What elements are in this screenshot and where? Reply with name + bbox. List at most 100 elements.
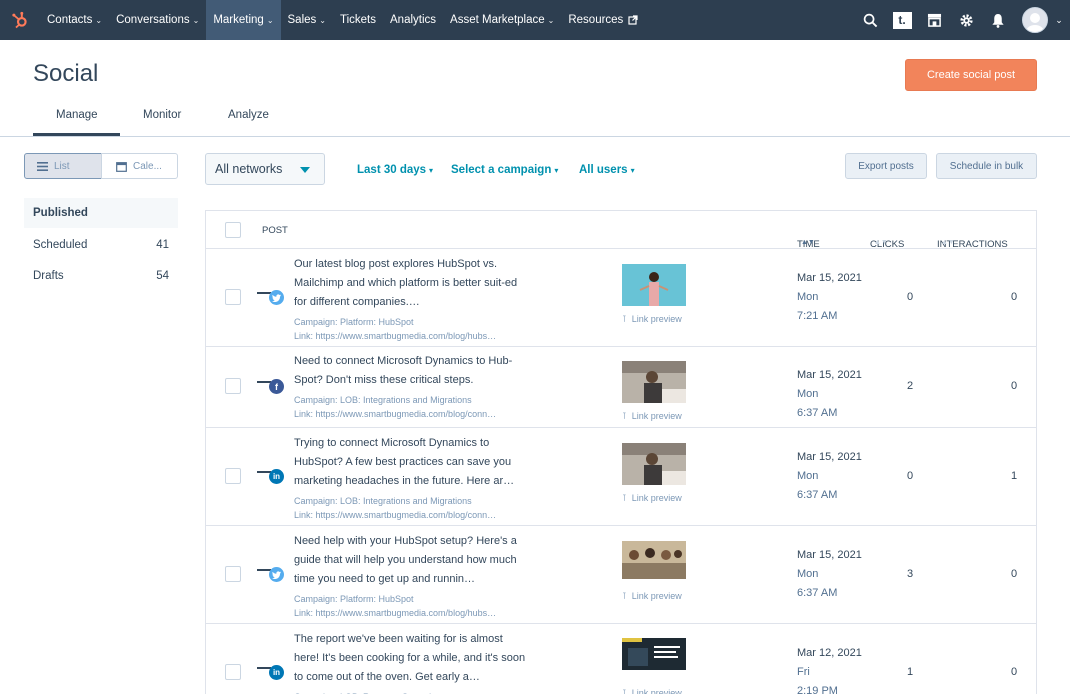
post-hour: 7:21 AM bbox=[797, 310, 838, 322]
nav-resources-label: Resources bbox=[568, 14, 624, 26]
table-row[interactable]: Our latest blog post explores HubSpot vs… bbox=[206, 249, 1036, 347]
marketplace-icon[interactable] bbox=[918, 0, 950, 40]
post-text[interactable]: Need to connect Microsoft Dynamics to Hu… bbox=[294, 352, 529, 390]
nav-sales-label: Sales bbox=[287, 14, 317, 26]
table-row[interactable]: f Need to connect Microsoft Dynamics to H… bbox=[206, 346, 1036, 428]
row-checkbox[interactable] bbox=[225, 664, 241, 680]
clicks-value: 2 bbox=[907, 380, 914, 392]
post-hour: 6:37 AM bbox=[797, 587, 838, 599]
notifications-bell-icon[interactable] bbox=[982, 0, 1014, 40]
clicks-value: 3 bbox=[907, 568, 914, 580]
table-row[interactable]: Need help with your HubSpot setup? Here'… bbox=[206, 526, 1036, 624]
link-preview[interactable]: ⊺ Link preview bbox=[622, 314, 682, 325]
link-chain-icon: ⊺ bbox=[622, 688, 627, 694]
post-link: Link: https://www.smartbugmedia.com/blog… bbox=[294, 510, 497, 520]
post-link: Link: https://www.smartbugmedia.com/blog… bbox=[294, 409, 497, 419]
nav-asset-marketplace[interactable]: Asset Marketplace ⌄ bbox=[443, 0, 561, 40]
link-preview[interactable]: ⊺ Link preview bbox=[622, 493, 682, 504]
date-range-filter[interactable]: Last 30 days ▾ bbox=[357, 164, 433, 176]
tab-manage[interactable]: Manage bbox=[56, 109, 98, 121]
interactions-value: 0 bbox=[1011, 380, 1018, 392]
linkedin-icon: in bbox=[269, 665, 284, 680]
users-filter[interactable]: All users ▾ bbox=[579, 164, 635, 176]
nav-conversations-label: Conversations bbox=[116, 14, 190, 26]
post-thumbnail bbox=[622, 541, 686, 579]
nav-sales[interactable]: Sales ⌄ bbox=[281, 0, 333, 40]
post-text[interactable]: Our latest blog post explores HubSpot vs… bbox=[294, 255, 529, 312]
nav-tickets[interactable]: Tickets bbox=[333, 0, 383, 40]
sidebar-item-scheduled[interactable]: Scheduled 41 bbox=[24, 230, 178, 260]
link-preview[interactable]: ⊺ Link preview bbox=[622, 591, 682, 602]
row-checkbox[interactable] bbox=[225, 566, 241, 582]
account-chevron-down-icon[interactable]: ⌄ bbox=[1048, 0, 1070, 40]
interactions-value: 0 bbox=[1011, 568, 1018, 580]
post-campaign: Campaign: LOB: Revenue Operations bbox=[294, 690, 534, 694]
calendar-view-button[interactable]: Cale... bbox=[101, 153, 178, 179]
twitter-icon bbox=[269, 290, 284, 305]
post-date: Mar 15, 2021 bbox=[797, 272, 862, 284]
link-preview[interactable]: ⊺ Link preview bbox=[622, 411, 682, 422]
schedule-in-bulk-button[interactable]: Schedule in bulk bbox=[936, 153, 1037, 179]
nav-contacts-label: Contacts bbox=[47, 14, 93, 26]
table-row[interactable]: in The report we've been waiting for is a… bbox=[206, 624, 1036, 694]
twitter-icon bbox=[269, 567, 284, 582]
chevron-down-icon: ⌄ bbox=[266, 15, 274, 25]
link-preview[interactable]: ⊺ Link preview bbox=[622, 688, 682, 694]
link-chain-icon: ⊺ bbox=[622, 591, 627, 601]
chevron-down-icon: ⌄ bbox=[192, 15, 200, 25]
nav-analytics[interactable]: Analytics bbox=[383, 0, 443, 40]
user-avatar[interactable] bbox=[1022, 7, 1048, 33]
campaign-filter[interactable]: Select a campaign ▾ bbox=[451, 164, 558, 176]
post-hour: 6:37 AM bbox=[797, 489, 838, 501]
network-select-value: All networks bbox=[215, 162, 283, 176]
table-row[interactable]: in Trying to connect Microsoft Dynamics t… bbox=[206, 428, 1036, 526]
sidebar-item-published[interactable]: Published bbox=[24, 198, 178, 228]
sidebar-item-label: Drafts bbox=[33, 270, 64, 282]
select-all-checkbox[interactable] bbox=[225, 222, 241, 238]
post-text[interactable]: Need help with your HubSpot setup? Here'… bbox=[294, 532, 529, 589]
nav-contacts[interactable]: Contacts ⌄ bbox=[40, 0, 109, 40]
list-view-label: List bbox=[54, 160, 70, 172]
top-navigation-bar: Contacts ⌄ Conversations ⌄ Marketing ⌄ Sale… bbox=[0, 0, 1070, 40]
link-preview-label: Link preview bbox=[631, 688, 682, 694]
row-checkbox[interactable] bbox=[225, 289, 241, 305]
post-date: Mar 15, 2021 bbox=[797, 451, 862, 463]
calendar-view-label: Cale... bbox=[133, 160, 162, 172]
settings-gear-icon[interactable] bbox=[950, 0, 982, 40]
list-view-button[interactable]: List bbox=[24, 153, 102, 179]
facebook-icon: f bbox=[269, 379, 284, 394]
post-time: Mar 15, 2021 Mon 6:37 AM bbox=[797, 448, 862, 505]
create-social-post-button[interactable]: Create social post bbox=[905, 59, 1037, 91]
chevron-down-icon: ⌄ bbox=[547, 15, 555, 25]
nav-conversations[interactable]: Conversations ⌄ bbox=[109, 0, 206, 40]
sidebar-item-drafts[interactable]: Drafts 54 bbox=[24, 261, 178, 291]
table-header: POST TIME ▲▼ CLICKS ▲▼ INTERACTIONS ▲▼ bbox=[206, 211, 1036, 250]
post-text[interactable]: The report we've been waiting for is alm… bbox=[294, 630, 529, 687]
post-campaign: Campaign: Platform: HubSpot bbox=[294, 594, 414, 604]
clicks-value: 0 bbox=[907, 291, 914, 303]
export-posts-button[interactable]: Export posts bbox=[845, 153, 927, 179]
date-range-label: Last 30 days bbox=[357, 164, 427, 176]
nav-asset-marketplace-label: Asset Marketplace bbox=[450, 14, 545, 26]
tab-analyze[interactable]: Analyze bbox=[228, 109, 269, 121]
tab-monitor[interactable]: Monitor bbox=[143, 109, 181, 121]
post-date: Mar 15, 2021 bbox=[797, 549, 862, 561]
post-thumbnail bbox=[622, 443, 686, 485]
row-checkbox[interactable] bbox=[225, 378, 241, 394]
post-day: Fri bbox=[797, 666, 810, 678]
hubspot-logo-icon[interactable] bbox=[0, 0, 40, 40]
network-select[interactable]: All networks bbox=[205, 153, 325, 185]
link-preview-label: Link preview bbox=[631, 493, 682, 503]
hubspot-tutorial-icon[interactable]: t. bbox=[886, 0, 918, 40]
nav-resources[interactable]: Resources bbox=[561, 0, 645, 40]
list-icon bbox=[37, 161, 48, 171]
post-time: Mar 12, 2021 Fri 2:19 PM bbox=[797, 644, 862, 694]
interactions-value: 0 bbox=[1011, 666, 1018, 678]
nav-marketing[interactable]: Marketing ⌄ bbox=[206, 0, 281, 40]
campaign-filter-label: Select a campaign bbox=[451, 164, 552, 176]
sidebar-item-count: 54 bbox=[156, 270, 169, 282]
link-chain-icon: ⊺ bbox=[622, 493, 627, 503]
row-checkbox[interactable] bbox=[225, 468, 241, 484]
search-icon[interactable] bbox=[854, 0, 886, 40]
post-text[interactable]: Trying to connect Microsoft Dynamics to … bbox=[294, 434, 529, 491]
